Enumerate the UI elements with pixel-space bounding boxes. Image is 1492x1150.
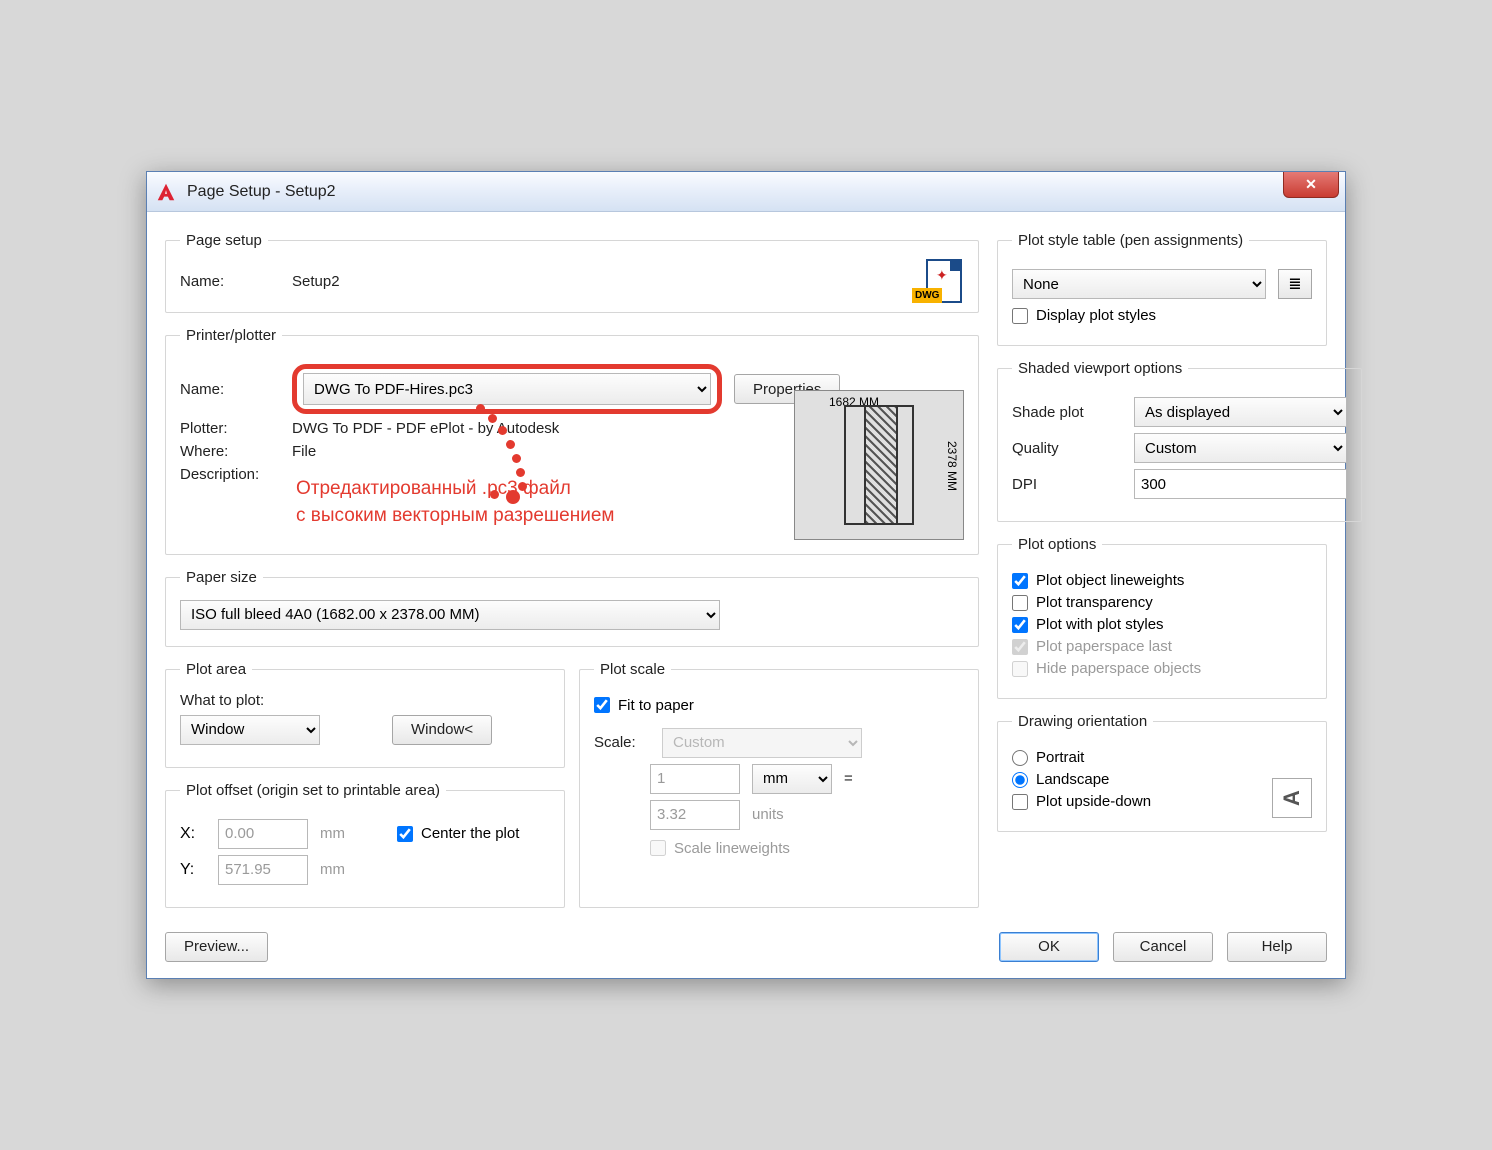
plot-offset-legend: Plot offset (origin set to printable are… [180,782,446,799]
offset-x-label: X: [180,825,206,843]
offset-y-label: Y: [180,861,206,879]
dpi-input[interactable] [1134,469,1347,499]
page-name-label: Name: [180,273,280,290]
upside-down-checkbox[interactable] [1012,794,1028,810]
plot-offset-group: Plot offset (origin set to printable are… [165,782,565,908]
plot-options-group: Plot options Plot object lineweights Plo… [997,536,1327,699]
opt-transparency-checkbox[interactable] [1012,595,1028,611]
opt-lineweights-checkbox[interactable] [1012,573,1028,589]
plot-area-legend: Plot area [180,661,252,678]
offset-x-input [218,819,308,849]
paper-size-select[interactable]: ISO full bleed 4A0 (1682.00 x 2378.00 MM… [180,600,720,630]
dim-height: 2378 MM [945,441,959,491]
plot-options-legend: Plot options [1012,536,1102,553]
close-icon: ✕ [1305,176,1317,193]
where-label: Where: [180,443,280,460]
plot-style-group: Plot style table (pen assignments) None … [997,232,1327,346]
window-pick-button[interactable]: Window< [392,715,492,745]
paper-preview: 1682 MM 2378 MM [794,390,964,540]
plot-style-select[interactable]: None [1012,269,1266,299]
center-plot-label: Center the plot [421,825,519,842]
plotter-name-select[interactable]: DWG To PDF-Hires.pc3 [303,373,711,405]
scale-unit-select[interactable]: mm [752,764,832,794]
shade-plot-label: Shade plot [1012,404,1122,421]
offset-y-input [218,855,308,885]
paper-size-group: Paper size ISO full bleed 4A0 (1682.00 x… [165,569,979,647]
what-to-plot-label: What to plot: [180,692,550,709]
opt-with-styles-checkbox[interactable] [1012,617,1028,633]
help-button[interactable]: Help [1227,932,1327,962]
scale-num-input [650,764,740,794]
edit-icon: ≣ [1288,274,1301,294]
dpi-label: DPI [1012,476,1122,493]
scale-select: Custom [662,728,862,758]
plotter-value: DWG To PDF - PDF ePlot - by Autodesk [292,420,559,437]
display-plot-styles-checkbox[interactable] [1012,308,1028,324]
scale-lineweights-label: Scale lineweights [674,840,790,857]
orientation-group: Drawing orientation Portrait Landscape P… [997,713,1327,832]
center-plot-checkbox[interactable] [397,826,413,842]
printer-group: Printer/plotter Name: DWG To PDF-Hires.p… [165,327,979,554]
landscape-radio[interactable] [1012,772,1028,788]
plot-style-legend: Plot style table (pen assignments) [1012,232,1249,249]
autocad-icon [155,181,177,203]
page-setup-dialog: Page Setup - Setup2 ✕ Page setup Name: S… [146,171,1346,978]
close-button[interactable]: ✕ [1283,172,1339,198]
shade-plot-select[interactable]: As displayed [1134,397,1347,427]
page-setup-group: Page setup Name: Setup2 ✦ DWG [165,232,979,313]
quality-label: Quality [1012,440,1122,457]
preview-button[interactable]: Preview... [165,932,268,962]
dwg-icon: ✦ DWG [918,259,962,303]
plot-area-group: Plot area What to plot: Window Window< [165,661,565,768]
plot-scale-legend: Plot scale [594,661,671,678]
scale-lineweights-checkbox [650,840,666,856]
offset-x-unit: mm [320,825,345,842]
opt-hide-paperspace-checkbox [1012,661,1028,677]
units-label: units [752,806,784,823]
scale-denom-input [650,800,740,830]
ok-button[interactable]: OK [999,932,1099,962]
plot-scale-group: Plot scale Fit to paper Scale: Custom [579,661,979,908]
edit-style-button[interactable]: ≣ [1278,269,1312,299]
cancel-button[interactable]: Cancel [1113,932,1213,962]
where-value: File [292,443,316,460]
portrait-radio[interactable] [1012,750,1028,766]
plotter-label: Plotter: [180,420,280,437]
page-name-value: Setup2 [292,273,340,290]
window-title: Page Setup - Setup2 [187,183,336,201]
what-to-plot-select[interactable]: Window [180,715,320,745]
printer-legend: Printer/plotter [180,327,282,344]
scale-label: Scale: [594,734,650,751]
highlight-box: DWG To PDF-Hires.pc3 [292,364,722,414]
page-setup-legend: Page setup [180,232,268,249]
description-label: Description: [180,466,280,483]
equals-label: = [844,770,853,787]
orientation-legend: Drawing orientation [1012,713,1153,730]
offset-y-unit: mm [320,861,345,878]
annotation-text: Отредактированный .pc3 файл с высоким ве… [292,474,618,531]
fit-to-paper-checkbox[interactable] [594,697,610,713]
paper-size-legend: Paper size [180,569,263,586]
printer-name-label: Name: [180,381,280,398]
shaded-legend: Shaded viewport options [1012,360,1188,377]
fit-to-paper-label: Fit to paper [618,697,694,714]
opt-paperspace-last-checkbox [1012,639,1028,655]
titlebar[interactable]: Page Setup - Setup2 ✕ [147,172,1345,212]
shaded-viewport-group: Shaded viewport options Shade plot As di… [997,360,1362,522]
display-plot-styles-label: Display plot styles [1036,307,1156,324]
quality-select[interactable]: Custom [1134,433,1347,463]
orientation-icon: A [1272,778,1312,818]
